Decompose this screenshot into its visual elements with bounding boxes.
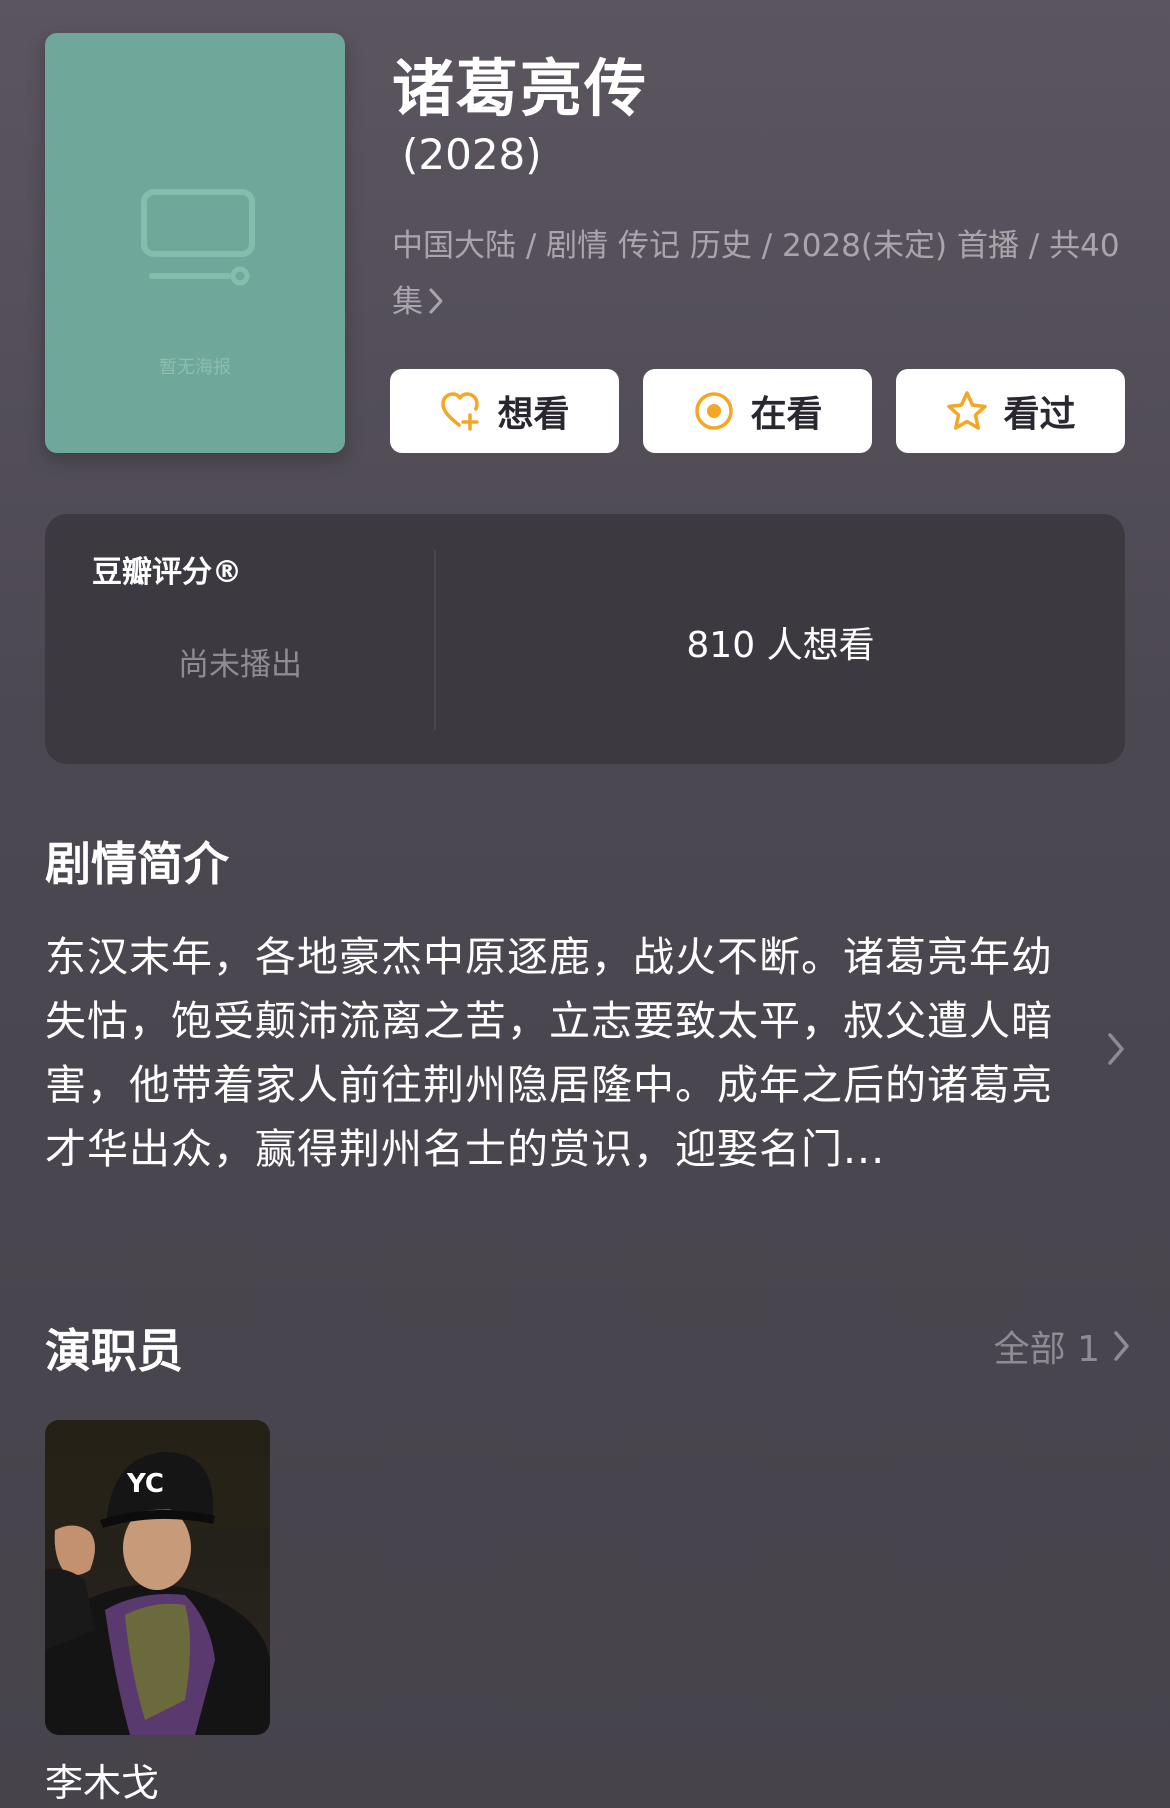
rating-brand: 豆瓣评分® [92,555,242,590]
want-count: 810 人想看 [686,625,875,666]
poster-placeholder-label: 暂无海报 [159,357,231,378]
watched-button[interactable]: 看过 [896,369,1125,453]
rating-status: 尚未播出 [178,647,302,683]
want-to-watch-label: 想看 [497,394,570,435]
heart-plus-icon [441,392,480,431]
show-meta[interactable]: 中国大陆 / 剧情 传记 历史 / 2028(未定) 首播 / 共40集 [392,218,1122,330]
cast-heading: 演职员 [45,1324,183,1378]
tv-icon [141,189,255,286]
cast-all-link[interactable]: 全部 1 [994,1320,1132,1372]
svg-text:YC: YC [126,1469,164,1499]
chevron-right-icon [429,288,443,314]
poster-placeholder[interactable]: 暂无海报 [45,33,345,453]
cast-member-name[interactable]: 李木戈 [45,1752,159,1807]
target-icon [695,392,734,430]
synopsis-text[interactable]: 东汉末年，各地豪杰中原逐鹿，战火不断。诸葛亮年幼失怙，饱受颠沛流离之苦，立志要致… [45,925,1085,1181]
synopsis-heading: 剧情简介 [45,837,229,891]
chevron-right-icon [1114,1331,1129,1361]
actor-photo: YC [45,1420,270,1735]
chevron-right-icon[interactable] [1105,1030,1127,1068]
watching-label: 在看 [750,394,823,435]
want-to-watch-button[interactable]: 想看 [390,369,619,453]
cast-member-photo[interactable]: YC [45,1420,270,1735]
watching-button[interactable]: 在看 [643,369,872,453]
cast-all-label: 全部 1 [993,1329,1100,1370]
show-title: 诸葛亮传 [392,52,649,125]
star-icon [947,391,988,430]
show-year: (2028) [402,130,542,179]
watched-label: 看过 [1003,394,1076,435]
rating-card[interactable]: 豆瓣评分® 尚未播出 810 人想看 [45,514,1125,764]
show-meta-text: 中国大陆 / 剧情 传记 历史 / 2028(未定) 首播 / 共40集 [392,228,1120,320]
